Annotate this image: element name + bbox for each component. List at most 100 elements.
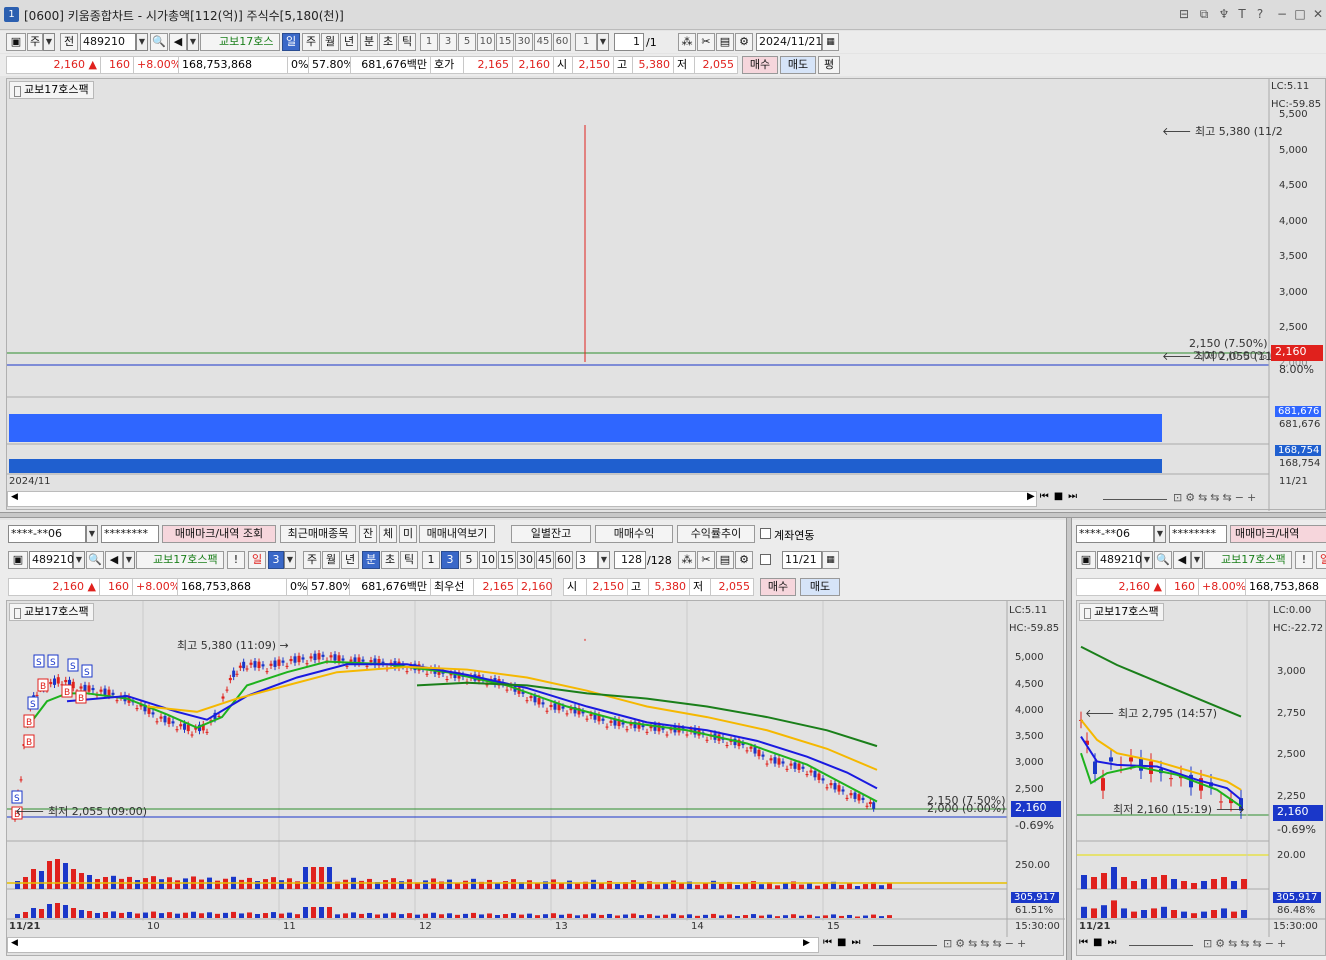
top-save-icon[interactable]: ▤ <box>716 33 734 51</box>
left-layout-icon[interactable]: ▣ <box>8 551 28 569</box>
window-tool-icon[interactable]: ♆ <box>1216 6 1232 22</box>
left-profit-button[interactable]: 매매수익 <box>595 525 673 543</box>
top-period-sec[interactable]: 초 <box>379 33 397 51</box>
top-zoom-slider[interactable] <box>1103 499 1167 500</box>
left-num-30[interactable]: 30 <box>517 551 535 569</box>
top-code-dropdown-icon[interactable]: ▼ <box>136 33 148 51</box>
top-count-input[interactable]: 1 <box>575 33 597 51</box>
right-trade-mark-button[interactable]: 매매마크/내역 <box>1230 525 1326 543</box>
left-sell-button[interactable]: 매도 <box>800 578 840 596</box>
right-alert-button[interactable]: ! <box>1295 551 1313 569</box>
top-period-tick[interactable]: 틱 <box>398 33 416 51</box>
top-period-min[interactable]: 분 <box>360 33 378 51</box>
left-period-dropdown-icon[interactable]: ▼ <box>284 551 296 569</box>
left-period-min[interactable]: 분 <box>362 551 380 569</box>
right-speaker-dropdown-icon[interactable]: ▼ <box>1191 551 1203 569</box>
right-code-input[interactable]: 489210 <box>1097 551 1142 569</box>
top-num-30[interactable]: 30 <box>515 33 533 51</box>
right-password-input[interactable]: ******** <box>1169 525 1227 543</box>
top-period-month[interactable]: 월 <box>321 33 339 51</box>
left-date-checkbox[interactable] <box>760 554 771 565</box>
window-link-icon[interactable]: ⊟ <box>1176 6 1192 22</box>
top-period-year[interactable]: 년 <box>340 33 358 51</box>
left-unfilled-button[interactable]: 미 <box>399 525 417 543</box>
left-trade-mark-button[interactable]: 매매마크/내역 조회 <box>162 525 276 543</box>
left-num-5[interactable]: 5 <box>460 551 478 569</box>
left-period-sec[interactable]: 초 <box>381 551 399 569</box>
right-zoom-slider[interactable] <box>1129 945 1193 946</box>
right-tools-icons[interactable]: ⊡⚙⇆⇆⇆−+ <box>1203 937 1289 950</box>
left-page-input[interactable]: 128 <box>614 551 646 569</box>
left-account-dropdown-icon[interactable]: ▼ <box>86 525 98 543</box>
left-playback-controls[interactable]: ⏮■⏭ <box>823 937 865 948</box>
left-history-button[interactable]: 매매내역보기 <box>419 525 495 543</box>
top-period-day[interactable]: 일 <box>282 33 300 51</box>
window-minimize-icon[interactable]: − <box>1274 6 1290 22</box>
top-kind-dropdown-icon[interactable]: ▼ <box>43 33 55 51</box>
top-search-icon[interactable]: 🔍 <box>150 33 168 51</box>
left-speaker-dropdown-icon[interactable]: ▼ <box>123 551 135 569</box>
left-speaker-icon[interactable]: ◀ <box>105 551 123 569</box>
top-layout-icon[interactable]: ▣ <box>6 33 26 51</box>
right-account-dropdown-icon[interactable]: ▼ <box>1154 525 1166 543</box>
top-kind2-button[interactable]: 전 <box>60 33 78 51</box>
left-count-input[interactable]: 3 <box>576 551 598 569</box>
left-num-60[interactable]: 60 <box>555 551 573 569</box>
top-period-week[interactable]: 주 <box>302 33 320 51</box>
top-page-input[interactable]: 1 <box>614 33 644 51</box>
left-daily-balance-button[interactable]: 일별잔고 <box>511 525 591 543</box>
left-period-month[interactable]: 월 <box>322 551 340 569</box>
left-balance-button[interactable]: 잔 <box>359 525 377 543</box>
right-stock-name[interactable]: 교보17호스팩 <box>1204 551 1292 569</box>
left-tools-icons[interactable]: ⊡⚙⇆⇆⇆−+ <box>943 937 1029 950</box>
left-return-trend-button[interactable]: 수익률추이 <box>677 525 755 543</box>
left-settings-icon[interactable]: ⚙ <box>735 551 753 569</box>
window-copy-icon[interactable]: ⧉ <box>1196 6 1212 22</box>
left-alert-button[interactable]: ! <box>227 551 245 569</box>
right-period-day[interactable]: 일 <box>1316 551 1326 569</box>
left-filled-button[interactable]: 체 <box>379 525 397 543</box>
left-num-45[interactable]: 45 <box>536 551 554 569</box>
top-num-60[interactable]: 60 <box>553 33 571 51</box>
left-code-input[interactable]: 489210 <box>29 551 74 569</box>
top-buy-button[interactable]: 매수 <box>742 56 778 74</box>
left-recent-button[interactable]: 최근매매종목 <box>280 525 356 543</box>
left-date-input[interactable]: 11/21 <box>782 551 822 569</box>
left-count-dropdown-icon[interactable]: ▼ <box>598 551 610 569</box>
horizontal-splitter[interactable] <box>0 512 1326 518</box>
top-calendar-icon[interactable]: ▦ <box>822 33 839 51</box>
right-account-input[interactable]: ****-**06 <box>1076 525 1154 543</box>
left-zoom-slider[interactable] <box>873 945 937 946</box>
left-password-input[interactable]: ******** <box>101 525 159 543</box>
top-count-dropdown-icon[interactable]: ▼ <box>597 33 609 51</box>
left-stock-name[interactable]: 교보17호스팩 <box>136 551 224 569</box>
top-date-input[interactable]: 2024/11/21 <box>756 33 822 51</box>
top-avg-button[interactable]: 평 <box>818 56 840 74</box>
left-num-1[interactable]: 1 <box>422 551 440 569</box>
left-tool2-icon[interactable]: ✂ <box>697 551 715 569</box>
top-settings-icon[interactable]: ⚙ <box>735 33 753 51</box>
top-tool1-icon[interactable]: ⁂ <box>678 33 696 51</box>
right-search-icon[interactable]: 🔍 <box>1154 551 1172 569</box>
top-num-3[interactable]: 3 <box>439 33 457 51</box>
right-speaker-icon[interactable]: ◀ <box>1173 551 1191 569</box>
window-close-icon[interactable]: ✕ <box>1310 6 1326 22</box>
top-num-5[interactable]: 5 <box>458 33 476 51</box>
top-kind-select[interactable]: 주 <box>27 33 43 51</box>
top-tools-icons[interactable]: ⊡⚙⇆⇆⇆−+ <box>1173 491 1259 504</box>
left-period-day[interactable]: 일 <box>248 551 266 569</box>
window-help-icon[interactable]: ? <box>1252 6 1268 22</box>
top-num-1[interactable]: 1 <box>420 33 438 51</box>
top-tool2-icon[interactable]: ✂ <box>697 33 715 51</box>
top-stock-name[interactable]: 교보17호스 <box>200 33 280 51</box>
top-playback-controls[interactable]: ▶⏮■⏭ <box>1027 491 1082 502</box>
right-playback-controls[interactable]: ⏮■⏭ <box>1079 937 1121 948</box>
top-num-10[interactable]: 10 <box>477 33 495 51</box>
top-sell-button[interactable]: 매도 <box>780 56 816 74</box>
left-period-year[interactable]: 년 <box>341 551 359 569</box>
left-period-week[interactable]: 주 <box>303 551 321 569</box>
top-speaker-dropdown-icon[interactable]: ▼ <box>187 33 199 51</box>
left-calendar-icon[interactable]: ▦ <box>822 551 839 569</box>
left-scrollbar[interactable]: ◀ ▶ <box>7 937 819 953</box>
left-num-10[interactable]: 10 <box>479 551 497 569</box>
